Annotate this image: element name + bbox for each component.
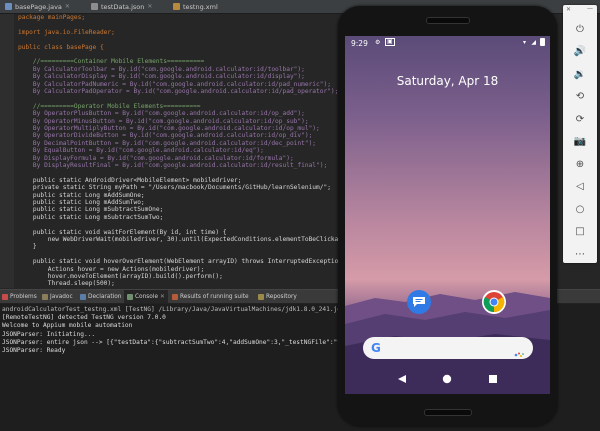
home-icon[interactable]: ○ xyxy=(570,199,590,219)
tab-testdata-json[interactable]: testData.json ✕ xyxy=(86,0,166,13)
tab-label: Results of running suite xyxy=(180,293,249,300)
emulator-close-button[interactable]: ✕ xyxy=(566,6,571,13)
tab-label: testData.json xyxy=(101,2,145,11)
xml-file-icon xyxy=(173,3,180,10)
chrome-app-icon[interactable] xyxy=(482,290,506,314)
power-icon[interactable]: ⏻ xyxy=(570,19,590,39)
google-search-bar[interactable]: G xyxy=(363,337,533,359)
tab-label: Console xyxy=(135,293,159,300)
tab-declaration[interactable]: Declaration xyxy=(80,290,121,303)
emulator-minimize-button[interactable]: — xyxy=(587,5,593,12)
speaker-grille xyxy=(426,17,470,24)
code-line: By DisplayResultFinal = By.id("com.googl… xyxy=(18,162,328,169)
status-time: 9:29 xyxy=(351,39,368,48)
lockscreen-date[interactable]: Saturday, Apr 18 xyxy=(345,74,550,88)
console-line: [RemoteTestNG] detected TestNG version 7… xyxy=(2,314,166,322)
code-line: package mainPages; xyxy=(18,14,86,21)
tab-label: Declaration xyxy=(88,293,122,300)
repository-icon xyxy=(258,293,264,300)
android-phone: 9:29 ⚙ ▣ ▾ ◢ Saturday, Apr 18 G xyxy=(338,6,557,426)
battery-icon xyxy=(540,38,545,46)
console-line: JSONParser: entire json --> [{"testData"… xyxy=(2,338,345,346)
code-line: import java.io.FileReader; xyxy=(18,28,115,36)
console-line: JSONParser: Ready xyxy=(2,347,66,354)
tab-repository[interactable]: Repository xyxy=(258,290,297,303)
json-file-icon xyxy=(91,3,98,10)
settings-icon: ⚙ xyxy=(375,39,381,46)
overview-icon[interactable]: □ xyxy=(570,222,590,242)
close-icon[interactable]: ✕ xyxy=(65,3,70,10)
google-assistant-icon[interactable] xyxy=(514,344,524,363)
declaration-icon xyxy=(80,293,86,300)
volume-down-icon[interactable]: 🔉 xyxy=(570,64,590,84)
signal-icon: ◢ xyxy=(531,39,536,46)
tab-label: Javadoc xyxy=(50,293,73,300)
code-line: By CalculatorPadOperator = By.id("com.go… xyxy=(18,88,339,95)
results-icon xyxy=(172,293,178,300)
line-gutter xyxy=(0,14,14,288)
code-line: public static Long mSubtractSumTwo; xyxy=(18,213,164,221)
code-line: } xyxy=(18,243,37,251)
console-line: Welcome to Appium mobile automation xyxy=(2,322,133,330)
tab-label: testng.xml xyxy=(183,2,218,11)
phone-screen[interactable]: 9:29 ⚙ ▣ ▾ ◢ Saturday, Apr 18 G xyxy=(345,36,550,394)
tab-label: Problems xyxy=(10,293,37,300)
google-logo: G xyxy=(371,341,381,355)
speaker-grille xyxy=(424,409,472,416)
java-file-icon xyxy=(5,3,12,10)
back-icon[interactable]: ◁ xyxy=(570,177,590,197)
tab-basepage-java[interactable]: basePage.java ✕ xyxy=(0,0,84,13)
emulator-toolbar: ✕ — ⏻ 🔊 🔉 ⟲ ⟳ 📷 ⊕ ◁ ○ □ ⋯ xyxy=(563,5,597,263)
problems-icon xyxy=(2,293,8,300)
volume-up-icon[interactable]: 🔊 xyxy=(570,42,590,62)
tab-label: Repository xyxy=(266,293,297,300)
close-icon[interactable]: ✕ xyxy=(160,294,165,300)
rotate-right-icon[interactable]: ⟳ xyxy=(570,109,590,129)
code-line: public class basePage { xyxy=(18,43,104,51)
javadoc-icon xyxy=(42,293,48,300)
close-icon[interactable]: ✕ xyxy=(147,3,152,10)
camera-icon[interactable]: 📷 xyxy=(570,132,590,152)
status-bar: 9:29 ⚙ ▣ ▾ ◢ xyxy=(345,36,550,50)
notification-icon: ▣ xyxy=(385,38,395,46)
code-line: new WebDriverWait(mobiledriver, 30).unti… xyxy=(18,236,343,243)
console-line: JSONParser: Initiating... xyxy=(2,330,96,338)
back-icon[interactable] xyxy=(397,374,407,384)
tab-testng-xml[interactable]: testng.xml xyxy=(168,0,238,13)
tab-label: basePage.java xyxy=(15,2,62,11)
tab-results-of-running-suite[interactable]: Results of running suite xyxy=(172,290,249,303)
rotate-left-icon[interactable]: ⟲ xyxy=(570,87,590,107)
console-icon xyxy=(127,293,133,300)
messages-app-icon[interactable] xyxy=(407,290,431,314)
tab-console[interactable]: Console ✕ xyxy=(124,290,168,303)
wifi-icon: ▾ xyxy=(522,39,526,46)
tab-javadoc[interactable]: Javadoc xyxy=(42,290,73,303)
tab-problems[interactable]: Problems xyxy=(2,290,37,303)
navigation-bar xyxy=(345,366,550,394)
zoom-in-icon[interactable]: ⊕ xyxy=(570,154,590,174)
code-line: Thread.sleep(500); xyxy=(18,280,115,288)
more-icon[interactable]: ⋯ xyxy=(570,244,590,264)
home-icon[interactable] xyxy=(442,374,452,384)
recents-icon[interactable] xyxy=(488,374,498,384)
